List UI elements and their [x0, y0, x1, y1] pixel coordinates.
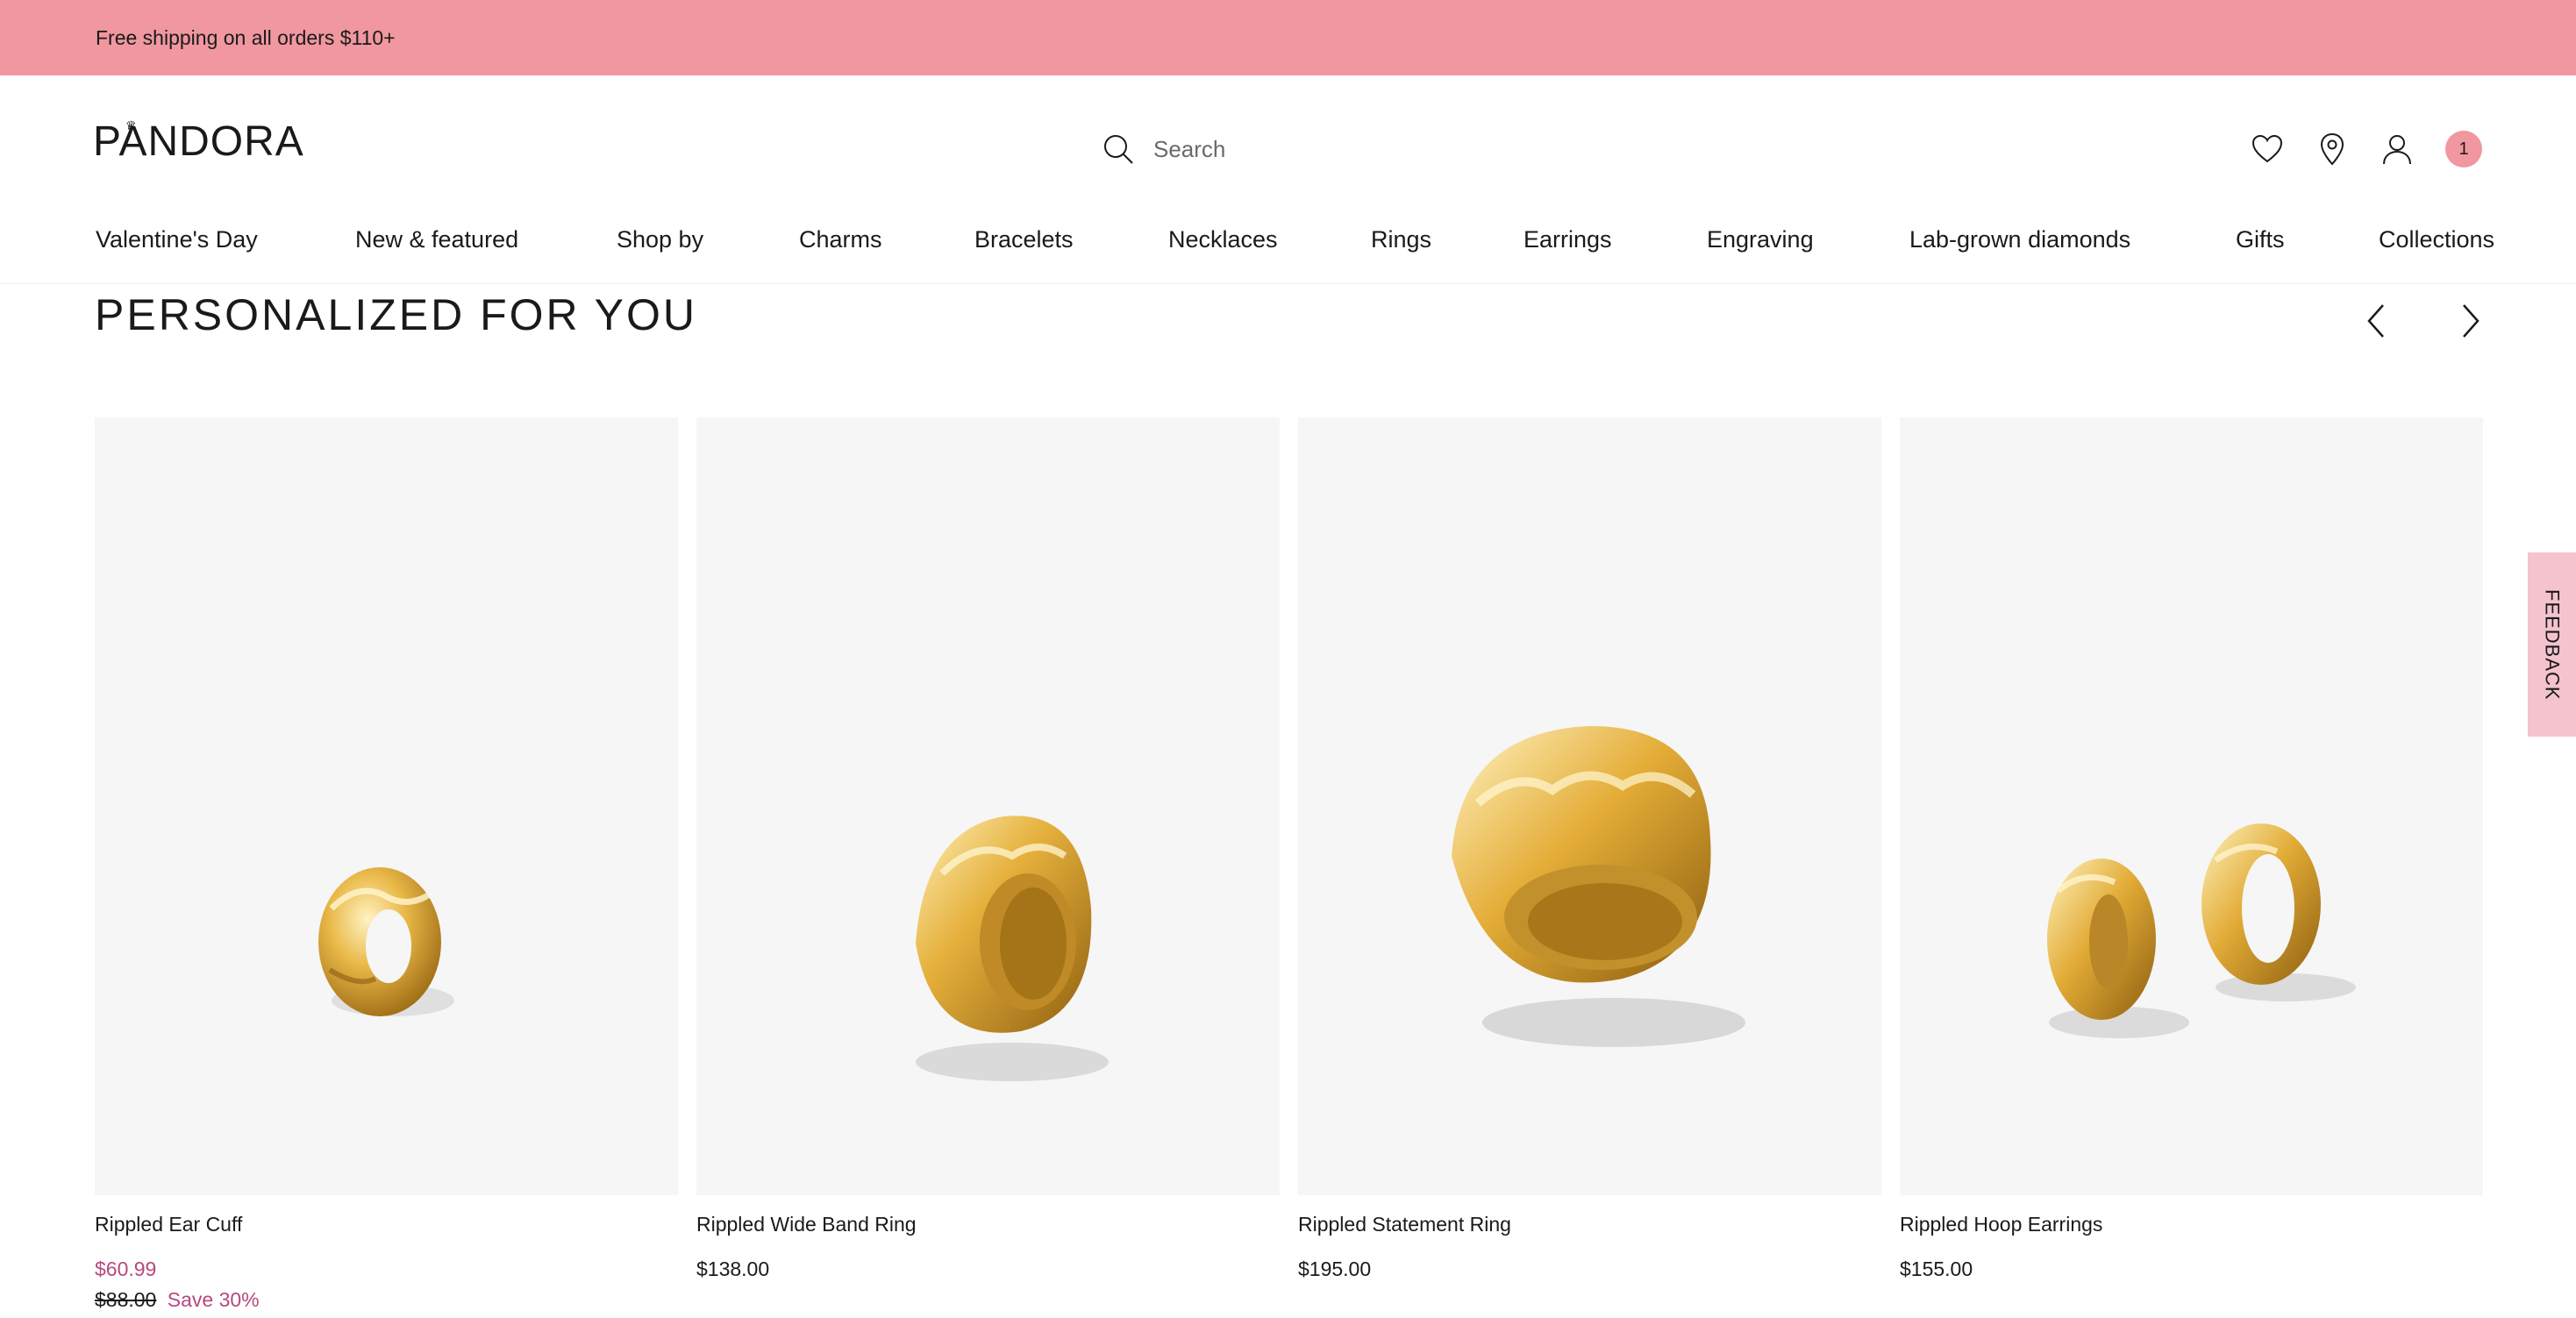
- product-price: $155.00: [1900, 1257, 1973, 1280]
- cart-badge[interactable]: 1: [2445, 131, 2482, 167]
- hoop-earrings-image: [2047, 823, 2356, 1038]
- nav-item-necklaces[interactable]: Necklaces: [1168, 216, 1278, 263]
- product-image-statement-ring[interactable]: [1298, 417, 1881, 1195]
- product-image-ear-cuff[interactable]: [95, 417, 678, 1195]
- feedback-label: FEEDBACK: [2541, 588, 2564, 701]
- promo-text: Free shipping on all orders $110+: [96, 25, 396, 49]
- chevron-right-icon: [2463, 304, 2480, 338]
- nav-item-collections[interactable]: Collections: [2379, 216, 2494, 263]
- ear-cuff-image: [318, 867, 454, 1016]
- account-icon[interactable]: [2378, 130, 2416, 168]
- product-card[interactable]: Rippled Hoop Earrings $155.00: [1900, 417, 2483, 1281]
- header-icons: 1: [2248, 130, 2482, 168]
- crown-icon: ♛: [125, 119, 137, 133]
- product-image-wide-band-ring[interactable]: [696, 417, 1280, 1195]
- nav-item-engraving[interactable]: Engraving: [1707, 216, 1814, 263]
- nav-item-earrings[interactable]: Earrings: [1523, 216, 1612, 263]
- product-name[interactable]: Rippled Wide Band Ring: [696, 1213, 1280, 1236]
- nav-item-valentines-day[interactable]: Valentine's Day: [96, 216, 258, 263]
- carousel-prev-button[interactable]: [2357, 298, 2395, 344]
- product-name[interactable]: Rippled Hoop Earrings: [1900, 1213, 2483, 1236]
- heart-icon[interactable]: [2248, 130, 2287, 168]
- search-icon[interactable]: [1101, 132, 1136, 167]
- nav-item-charms[interactable]: Charms: [799, 216, 882, 263]
- section-title: PERSONALIZED FOR YOU: [95, 290, 697, 339]
- search-bar[interactable]: [1101, 128, 1452, 170]
- product-image-hoop-earrings[interactable]: [1900, 417, 2483, 1195]
- nav-item-lab-grown-diamonds[interactable]: Lab-grown diamonds: [1909, 216, 2130, 263]
- main-nav: Valentine's Day New & featured Shop by C…: [0, 216, 2576, 263]
- feedback-tab[interactable]: FEEDBACK: [2528, 552, 2576, 737]
- product-name[interactable]: Rippled Statement Ring: [1298, 1213, 1881, 1236]
- carousel-next-button[interactable]: [2451, 298, 2490, 344]
- save-badge: Save 30%: [167, 1288, 260, 1311]
- nav-item-new-featured[interactable]: New & featured: [355, 216, 518, 263]
- nav-item-gifts[interactable]: Gifts: [2236, 216, 2285, 263]
- product-price: $138.00: [696, 1257, 770, 1280]
- nav-item-bracelets[interactable]: Bracelets: [974, 216, 1074, 263]
- site-header: PANDORA ♛ 1 Valentine's Da: [0, 75, 2576, 284]
- product-card[interactable]: Rippled Ear Cuff $60.99 $88.00 Save 30%: [95, 417, 678, 1312]
- wide-band-ring-image: [916, 816, 1109, 1081]
- product-card[interactable]: Rippled Statement Ring $195.00: [1298, 417, 1881, 1281]
- original-price: $88.00: [95, 1288, 157, 1311]
- location-pin-icon[interactable]: [2313, 130, 2351, 168]
- search-input[interactable]: [1152, 134, 1415, 164]
- price-comparison: $88.00 Save 30%: [95, 1288, 678, 1312]
- product-sale-price: $60.99: [95, 1257, 157, 1280]
- nav-item-rings[interactable]: Rings: [1371, 216, 1431, 263]
- product-card[interactable]: Rippled Wide Band Ring $138.00: [696, 417, 1280, 1281]
- product-price: $195.00: [1298, 1257, 1372, 1280]
- product-name[interactable]: Rippled Ear Cuff: [95, 1213, 678, 1236]
- chevron-left-icon: [2367, 304, 2384, 338]
- statement-ring-image: [1452, 725, 1745, 1047]
- nav-item-shop-by[interactable]: Shop by: [617, 216, 703, 263]
- promo-bar: Free shipping on all orders $110+: [0, 0, 2576, 75]
